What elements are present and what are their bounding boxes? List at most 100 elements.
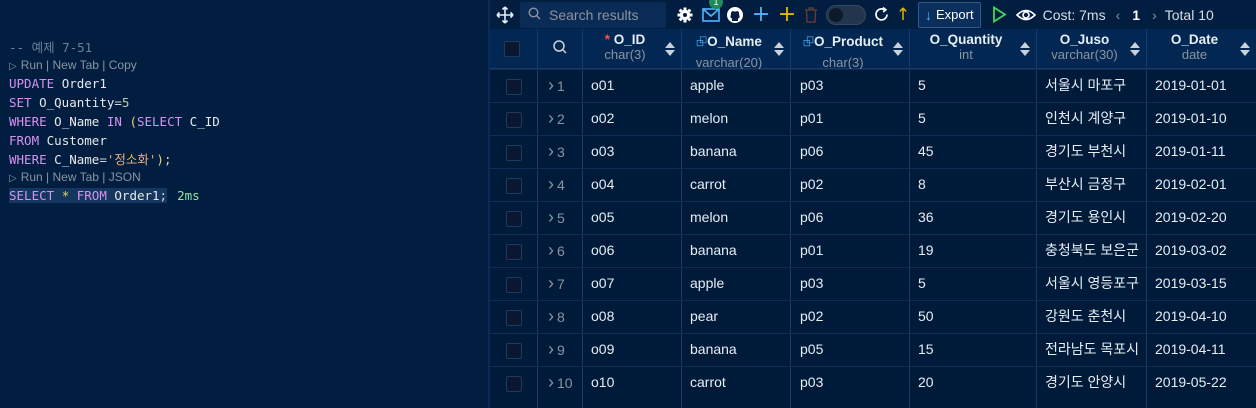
cell-o-quantity[interactable]: 36: [918, 201, 1018, 234]
table-row[interactable]: › 5 o05 melon p06 36 경기도 용인시 2019-02-20: [490, 201, 1256, 234]
cell-o-id[interactable]: o10: [591, 366, 691, 399]
add-icon[interactable]: +: [750, 2, 772, 27]
row-checkbox[interactable]: [506, 79, 522, 95]
row-expand[interactable]: › 8: [548, 300, 565, 333]
cell-o-juso[interactable]: 강원도 춘천시: [1045, 300, 1149, 333]
cell-o-juso[interactable]: 경기도 부천시: [1045, 135, 1149, 168]
cell-o-name[interactable]: apple: [690, 69, 790, 102]
cell-o-juso[interactable]: 인천시 계양구: [1045, 102, 1149, 135]
cell-o-id[interactable]: o04: [591, 168, 691, 201]
cell-o-date[interactable]: 2019-02-01: [1155, 168, 1255, 201]
cell-o-date[interactable]: 2019-01-11: [1155, 135, 1255, 168]
column-header-o-product[interactable]: ⮺O_Product char(3): [791, 29, 909, 70]
move-icon[interactable]: [494, 4, 516, 26]
sort-icon[interactable]: [665, 42, 675, 56]
sort-icon[interactable]: [1020, 42, 1030, 56]
cell-o-id[interactable]: o06: [591, 234, 691, 267]
header-select-all[interactable]: [504, 29, 522, 68]
sql-editor[interactable]: -- 예제 7-51 ▷ Run | New Tab | Copy UPDATE …: [0, 0, 488, 408]
column-header-o-date[interactable]: O_Date date: [1147, 29, 1256, 68]
refresh-icon[interactable]: [870, 4, 892, 26]
cell-o-product[interactable]: p03: [800, 69, 900, 102]
table-row[interactable]: › 2 o02 melon p01 5 인천시 계양구 2019-01-10: [490, 102, 1256, 135]
row-expand[interactable]: › 6: [548, 234, 565, 267]
cell-o-product[interactable]: p01: [800, 102, 900, 135]
row-expand[interactable]: › 2: [548, 102, 565, 135]
page-number[interactable]: 1: [1132, 7, 1140, 23]
cell-o-id[interactable]: o03: [591, 135, 691, 168]
cell-o-date[interactable]: 2019-02-20: [1155, 201, 1255, 234]
cell-o-name[interactable]: banana: [690, 135, 790, 168]
cell-o-quantity[interactable]: 50: [918, 300, 1018, 333]
table-row[interactable]: › 4 o04 carrot p02 8 부산시 금정구 2019-02-01: [490, 168, 1256, 201]
toggle-switch[interactable]: [826, 4, 866, 25]
cell-o-product[interactable]: p02: [800, 300, 900, 333]
row-checkbox[interactable]: [506, 178, 522, 194]
cell-o-name[interactable]: melon: [690, 201, 790, 234]
cell-o-product[interactable]: p02: [800, 168, 900, 201]
cell-o-quantity[interactable]: 5: [918, 102, 1018, 135]
cell-o-id[interactable]: o01: [591, 69, 691, 102]
table-row[interactable]: › 8 o08 pear p02 50 강원도 춘천시 2019-04-10: [490, 300, 1256, 333]
cell-o-product[interactable]: p06: [800, 201, 900, 234]
eye-icon[interactable]: [1015, 4, 1037, 26]
column-filter-icon[interactable]: [547, 39, 573, 59]
column-header-o-id[interactable]: * O_ID char(3): [583, 29, 681, 68]
cell-o-juso[interactable]: 전라남도 목포시: [1045, 333, 1149, 366]
table-row[interactable]: › 6 o06 banana p01 19 충청북도 보은군 2019-03-02: [490, 234, 1256, 267]
cell-o-id[interactable]: o07: [591, 267, 691, 300]
row-expand[interactable]: › 5: [548, 201, 565, 234]
cell-o-name[interactable]: pear: [690, 300, 790, 333]
cell-o-date[interactable]: 2019-04-10: [1155, 300, 1255, 333]
row-checkbox[interactable]: [506, 211, 522, 227]
sort-icon[interactable]: [893, 42, 903, 56]
column-header-o-juso[interactable]: O_Juso varchar(30): [1037, 29, 1146, 68]
cell-o-juso[interactable]: 서울시 마포구: [1045, 69, 1149, 102]
cell-o-product[interactable]: p03: [800, 366, 900, 399]
cell-o-juso[interactable]: 경기도 안양시: [1045, 366, 1149, 399]
github-icon[interactable]: [724, 4, 746, 26]
cell-o-name[interactable]: melon: [690, 102, 790, 135]
cell-o-product[interactable]: p01: [800, 234, 900, 267]
cell-o-date[interactable]: 2019-01-10: [1155, 102, 1255, 135]
cell-o-quantity[interactable]: 45: [918, 135, 1018, 168]
sort-icon[interactable]: [1130, 42, 1140, 56]
codelens-1-links[interactable]: Run | New Tab | Copy: [21, 58, 137, 72]
table-row[interactable]: › 9 o09 banana p05 15 전라남도 목포시 2019-04-11: [490, 333, 1256, 366]
cell-o-juso[interactable]: 경기도 용인시: [1045, 201, 1149, 234]
cell-o-product[interactable]: p06: [800, 135, 900, 168]
codelens-1[interactable]: ▷ Run | New Tab | Copy: [9, 57, 220, 74]
cell-o-product[interactable]: p05: [800, 333, 900, 366]
sort-icon[interactable]: [774, 42, 784, 56]
chevron-right-icon[interactable]: ›: [1152, 7, 1157, 23]
cell-o-quantity[interactable]: 15: [918, 333, 1018, 366]
column-header-o-quantity[interactable]: O_Quantity int: [910, 29, 1036, 68]
cell-o-name[interactable]: carrot: [690, 168, 790, 201]
sort-icon[interactable]: [1240, 42, 1250, 56]
cell-o-quantity[interactable]: 19: [918, 234, 1018, 267]
cell-o-name[interactable]: apple: [690, 267, 790, 300]
table-row[interactable]: › 10 o10 carrot p03 20 경기도 안양시 2019-05-22: [490, 366, 1256, 399]
chevron-left-icon[interactable]: ‹: [1116, 7, 1121, 23]
trash-icon[interactable]: [800, 4, 822, 26]
table-row[interactable]: › 1 o01 apple p03 5 서울시 마포구 2019-01-01: [490, 69, 1256, 102]
cell-o-juso[interactable]: 부산시 금정구: [1045, 168, 1149, 201]
cell-o-quantity[interactable]: 8: [918, 168, 1018, 201]
row-expand[interactable]: › 7: [548, 267, 565, 300]
gear-icon[interactable]: [674, 4, 696, 26]
arrow-up-icon[interactable]: ↑: [892, 4, 914, 26]
search-input[interactable]: [547, 5, 667, 24]
cell-o-juso[interactable]: 서울시 영등포구: [1045, 267, 1149, 300]
cell-o-id[interactable]: o08: [591, 300, 691, 333]
codelens-2[interactable]: ▷ Run | New Tab | JSON: [9, 169, 220, 186]
row-expand[interactable]: › 4: [548, 168, 565, 201]
add-row-icon[interactable]: +: [776, 2, 798, 27]
cell-o-name[interactable]: carrot: [690, 366, 790, 399]
row-expand[interactable]: › 9: [548, 333, 565, 366]
cell-o-quantity[interactable]: 20: [918, 366, 1018, 399]
cell-o-date[interactable]: 2019-01-01: [1155, 69, 1255, 102]
row-checkbox[interactable]: [506, 343, 522, 359]
cell-o-id[interactable]: o09: [591, 333, 691, 366]
cell-o-date[interactable]: 2019-05-22: [1155, 366, 1255, 399]
cell-o-date[interactable]: 2019-03-02: [1155, 234, 1255, 267]
